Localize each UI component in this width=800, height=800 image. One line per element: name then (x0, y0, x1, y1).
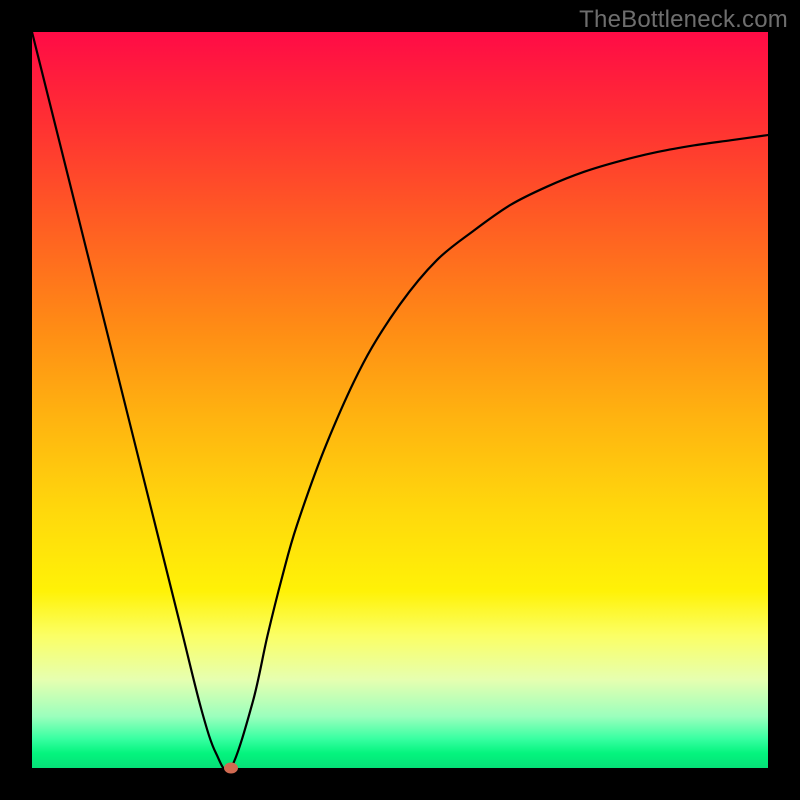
bottleneck-curve (32, 32, 768, 768)
chart-frame: TheBottleneck.com (0, 0, 800, 800)
watermark-text: TheBottleneck.com (579, 6, 788, 34)
plot-area (32, 32, 768, 768)
minimum-marker (224, 763, 238, 774)
